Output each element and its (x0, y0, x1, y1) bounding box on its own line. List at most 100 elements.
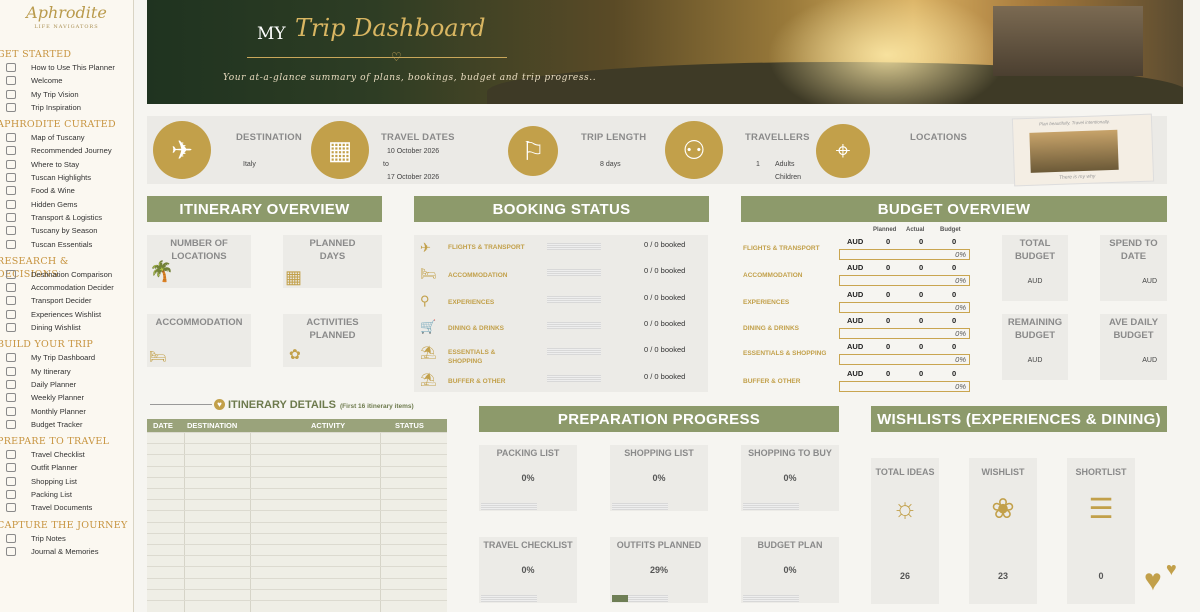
budget-planned[interactable]: 0 (886, 263, 890, 272)
table-row[interactable] (147, 499, 447, 501)
budget-budget[interactable]: 0 (952, 263, 956, 272)
sidebar-item-icon (6, 159, 16, 169)
table-row[interactable] (147, 588, 447, 590)
sidebar-section-title: APHRODITE CURATED (0, 119, 116, 131)
prep-card-label: BUDGET PLAN (757, 540, 823, 550)
budget-budget[interactable]: 0 (952, 237, 956, 246)
budget-planned[interactable]: 0 (886, 369, 890, 378)
sidebar-item-label: My Trip Dashboard (31, 353, 96, 363)
hero-title: Trip Dashboard (295, 14, 486, 42)
budget-budget[interactable]: 0 (952, 369, 956, 378)
sidebar-item[interactable]: Where to Stay (0, 158, 133, 171)
budget-budget[interactable]: 0 (952, 290, 956, 299)
sidebar-item[interactable]: Weekly Planner (0, 391, 133, 404)
budget-budget[interactable]: 0 (952, 342, 956, 351)
sidebar-item[interactable]: Recommended Journey (0, 144, 133, 157)
budget-planned[interactable]: 0 (886, 342, 890, 351)
sidebar-item[interactable]: Dining Wishlist (0, 321, 133, 334)
budget-actual[interactable]: 0 (919, 369, 923, 378)
sidebar-item[interactable]: Trip Notes (0, 532, 133, 545)
table-row[interactable] (147, 600, 447, 601)
sidebar-item[interactable]: Tuscan Highlights (0, 171, 133, 184)
budget-actual[interactable]: 0 (919, 237, 923, 246)
booking-row-label: DINING & DRINKS (448, 324, 504, 332)
table-row[interactable] (147, 454, 447, 456)
sidebar-item[interactable]: Transport Decider (0, 294, 133, 307)
plane-icon: ✈ (420, 240, 431, 255)
sidebar-item-icon (6, 186, 16, 196)
booking-progress-bar (547, 269, 601, 277)
table-row[interactable] (147, 443, 447, 445)
budget-planned[interactable]: 0 (886, 316, 890, 325)
destination-value[interactable]: Italy (243, 161, 256, 168)
sidebar-item[interactable]: Outfit Planner (0, 461, 133, 474)
budget-budget[interactable]: 0 (952, 316, 956, 325)
budget-actual[interactable]: 0 (919, 290, 923, 299)
sidebar-item[interactable]: How to Use This Planner (0, 61, 133, 74)
table-row[interactable] (147, 532, 447, 534)
table-row[interactable] (147, 577, 447, 579)
adults-count[interactable]: 1 (756, 161, 760, 168)
sidebar-item[interactable]: Travel Documents (0, 501, 133, 514)
table-row[interactable] (147, 544, 447, 545)
date-end[interactable]: 17 October 2026 (387, 174, 439, 181)
prep-card-label: SHOPPING LIST (624, 448, 694, 458)
sidebar-item[interactable]: Trip Inspiration (0, 101, 133, 114)
sidebar-item[interactable]: Transport & Logistics (0, 211, 133, 224)
sidebar-item[interactable]: My Itinerary (0, 365, 133, 378)
table-row[interactable] (147, 465, 447, 467)
hero-subtitle: Your at-a-glance summary of plans, booki… (223, 73, 597, 83)
budget-actual[interactable]: 0 (919, 342, 923, 351)
sidebar-item[interactable]: Map of Tuscany (0, 131, 133, 144)
budget-planned[interactable]: 0 (886, 290, 890, 299)
sidebar-item[interactable]: Tuscan Essentials (0, 238, 133, 251)
table-row[interactable] (147, 476, 447, 478)
budget-planned[interactable]: 0 (886, 237, 890, 246)
sidebar-item[interactable]: Food & Wine (0, 184, 133, 197)
sidebar-item[interactable]: Experiences Wishlist (0, 308, 133, 321)
date-start[interactable]: 10 October 2026 (387, 148, 439, 155)
table-row[interactable] (147, 566, 447, 568)
wishlist-card-value: 23 (997, 571, 1008, 581)
sidebar-item[interactable]: Daily Planner (0, 378, 133, 391)
sidebar-item-label: Dining Wishlist (31, 323, 81, 333)
budget-actual[interactable]: 0 (919, 263, 923, 272)
itinerary-details-title: ITINERARY DETAILS (228, 399, 336, 411)
sidebar-item[interactable]: Destination Comparison (0, 268, 133, 281)
sidebar-item-label: My Trip Vision (31, 89, 79, 99)
sidebar-item[interactable]: Shopping List (0, 475, 133, 488)
ave-daily-budget-currency: AUD (1142, 357, 1157, 364)
beach-chair-icon: ⛱ (420, 345, 437, 361)
budget-actual[interactable]: 0 (919, 316, 923, 325)
sidebar-item[interactable]: My Trip Dashboard (0, 351, 133, 364)
table-row[interactable] (147, 432, 447, 433)
table-row[interactable] (147, 488, 447, 489)
budget-row-label: ACCOMMODATION (743, 272, 803, 280)
remaining-budget-currency: AUD (1027, 357, 1043, 364)
table-row[interactable] (147, 510, 447, 512)
budget-percent: 0% (839, 275, 970, 287)
sidebar-item[interactable]: Packing List (0, 488, 133, 501)
itinerary-overview-header: ITINERARY OVERVIEW (147, 196, 382, 222)
calendar-icon: ▦ (311, 121, 369, 179)
prep-card-value: 0% (521, 565, 535, 575)
sidebar-item[interactable]: Hidden Gems (0, 198, 133, 211)
budget-row-label: DINING & DRINKS (743, 324, 799, 332)
logo[interactable]: Aphrodite LIFE NAVIGATORS (0, 0, 133, 44)
sidebar-item[interactable]: Monthly Planner (0, 405, 133, 418)
spend-to-date-label: SPEND TO DATE (1109, 238, 1158, 262)
sidebar-item[interactable]: Accommodation Decider (0, 281, 133, 294)
sidebar-item[interactable]: Budget Tracker (0, 418, 133, 431)
sidebar-item[interactable]: Welcome (0, 74, 133, 87)
calendar-grid-icon: ▦ (285, 267, 303, 287)
sidebar-item[interactable]: Travel Checklist (0, 448, 133, 461)
table-row[interactable] (147, 521, 447, 523)
list-icon: ☰ (1088, 493, 1114, 524)
budget-percent: 0% (839, 354, 970, 366)
budget-currency: AUD (847, 368, 864, 378)
sidebar-item[interactable]: My Trip Vision (0, 88, 133, 101)
sidebar-item[interactable]: Journal & Memories (0, 545, 133, 558)
sidebar-item[interactable]: Tuscany by Season (0, 224, 133, 237)
prep-progress-fill (612, 595, 629, 602)
table-row[interactable] (147, 555, 447, 557)
